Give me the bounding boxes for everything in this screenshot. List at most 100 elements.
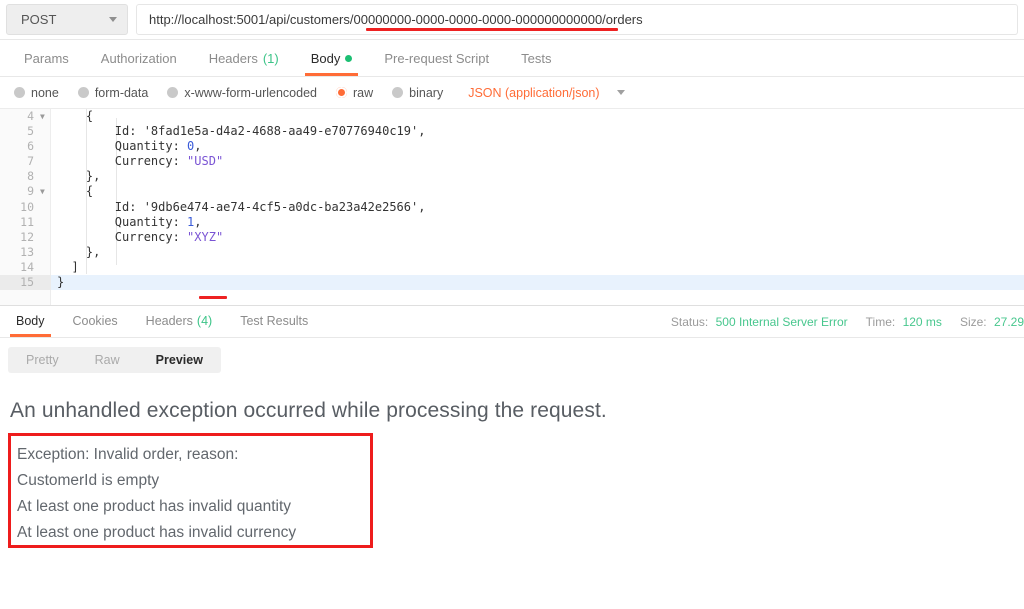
editor-line[interactable]: 6 Quantity: 0, [0,139,1024,154]
editor-line-number: 8 [0,169,51,184]
editor-line-number: 13 [0,245,51,260]
green-dot-icon [345,55,352,62]
radio-icon [167,87,178,98]
view-tab-raw-label: Raw [95,353,120,367]
status-value: 500 Internal Server Error [716,315,848,329]
editor-line-number: 15 [0,275,51,290]
tab-headers-count: (1) [263,51,279,66]
time-value: 120 ms [903,315,942,329]
body-type-binary[interactable]: binary [392,86,443,100]
editor-line[interactable]: 8 }, [0,169,1024,184]
view-tab-raw[interactable]: Raw [77,347,138,373]
response-tabs: Body Cookies Headers (4) Test Results St… [0,305,1024,338]
body-type-row: none form-data x-www-form-urlencoded raw… [0,77,1024,108]
editor-line[interactable]: 5 Id: '8fad1e5a-d4a2-4688-aa49-e70776940… [0,124,1024,139]
editor-line[interactable]: 7 Currency: "USD" [0,154,1024,169]
response-tab-cookies[interactable]: Cookies [59,314,132,337]
radio-icon [392,87,403,98]
http-method-value: POST [21,12,56,27]
editor-line-number: 11 [0,215,51,230]
editor-line-text: Quantity: 1, [51,215,202,230]
tab-body[interactable]: Body [295,51,369,76]
quantity-zero-underline-annotation [199,296,227,299]
tab-params[interactable]: Params [8,51,85,76]
body-type-form-data-label: form-data [95,86,149,100]
active-line-highlight [51,275,1024,290]
response-tab-headers-label: Headers [146,314,193,328]
exception-line: CustomerId is empty [17,468,370,494]
request-tabs: Params Authorization Headers (1) Body Pr… [0,40,1024,77]
view-tab-pretty[interactable]: Pretty [8,347,77,373]
tab-headers[interactable]: Headers (1) [193,51,295,76]
fold-arrow-icon[interactable]: ▼ [40,184,45,199]
editor-line[interactable]: 4▼ { [0,109,1024,124]
content-type-select[interactable]: JSON (application/json) [468,86,599,100]
editor-line-text: } [51,275,64,290]
editor-line[interactable]: 12 Currency: "XYZ" [0,230,1024,245]
exception-details-box-annotation: Exception: Invalid order, reason: Custom… [8,433,373,548]
time-badge: Time: 120 ms [866,315,942,329]
radio-selected-icon [336,87,347,98]
tab-tests[interactable]: Tests [505,51,567,76]
url-input[interactable]: http://localhost:5001/api/customers/0000… [136,4,1018,35]
response-view-row: Pretty Raw Preview [0,338,1024,381]
editor-line-text: }, [51,245,100,260]
editor-line[interactable]: 9▼ { [0,184,1024,199]
status-badge: Status: 500 Internal Server Error [671,315,848,329]
response-tab-cookies-label: Cookies [73,314,118,328]
editor-line-text: ] [51,260,79,275]
body-type-raw-label: raw [353,86,373,100]
response-tab-test-results-label: Test Results [240,314,308,328]
tab-headers-label: Headers [209,51,258,66]
body-type-raw[interactable]: raw [336,86,373,100]
tab-authorization[interactable]: Authorization [85,51,193,76]
response-preview-pane: An unhandled exception occurred while pr… [0,381,1024,545]
body-type-urlencoded-label: x-www-form-urlencoded [184,86,317,100]
editor-line-text: Quantity: 0, [51,139,202,154]
response-tab-body[interactable]: Body [2,314,59,337]
fold-arrow-icon[interactable]: ▼ [40,109,45,124]
editor-line-number: 10 [0,200,51,215]
tab-pre-request-script[interactable]: Pre-request Script [368,51,505,76]
editor-line-text: { [51,109,93,124]
editor-line[interactable]: 14 ] [0,260,1024,275]
editor-line[interactable]: 10 Id: '9db6e474-ae74-4cf5-a0dc-ba23a42e… [0,200,1024,215]
status-label: Status: [671,315,708,329]
chevron-down-icon [109,17,117,22]
tab-tests-label: Tests [521,51,551,66]
exception-line: At least one product has invalid quantit… [17,494,370,520]
radio-icon [78,87,89,98]
body-type-urlencoded[interactable]: x-www-form-urlencoded [167,86,317,100]
body-type-none[interactable]: none [14,86,59,100]
body-type-form-data[interactable]: form-data [78,86,149,100]
response-view-tabs: Pretty Raw Preview [8,347,221,373]
editor-line-number: 7 [0,154,51,169]
response-tab-headers-count: (4) [197,314,212,328]
body-type-none-label: none [31,86,59,100]
editor-line[interactable]: 13 }, [0,245,1024,260]
response-tab-headers[interactable]: Headers (4) [132,314,227,337]
view-tab-preview-label: Preview [156,353,203,367]
view-tab-pretty-label: Pretty [26,353,59,367]
exception-line: At least one product has invalid currenc… [17,520,370,546]
http-method-select[interactable]: POST [6,4,128,35]
editor-line-text: Currency: "XYZ" [51,230,223,245]
url-guid-underline-annotation [366,28,618,31]
request-body-editor[interactable]: 4▼ {5 Id: '8fad1e5a-d4a2-4688-aa49-e7077… [0,108,1024,305]
tab-pre-request-script-label: Pre-request Script [384,51,489,66]
editor-line[interactable]: 15} [0,275,1024,290]
view-tab-preview[interactable]: Preview [138,347,221,373]
size-value: 27.29 [994,315,1024,329]
editor-line-text: Currency: "USD" [51,154,223,169]
editor-line-text: { [51,184,93,199]
chevron-down-icon[interactable] [617,90,625,95]
editor-line-number: 12 [0,230,51,245]
response-tab-test-results[interactable]: Test Results [226,314,322,337]
editor-line[interactable]: 11 Quantity: 1, [0,215,1024,230]
response-tab-body-label: Body [16,314,45,328]
exception-line: Exception: Invalid order, reason: [17,442,370,468]
tab-params-label: Params [24,51,69,66]
editor-code-area[interactable]: 4▼ {5 Id: '8fad1e5a-d4a2-4688-aa49-e7077… [0,109,1024,305]
exception-title: An unhandled exception occurred while pr… [10,399,1024,423]
radio-icon [14,87,25,98]
